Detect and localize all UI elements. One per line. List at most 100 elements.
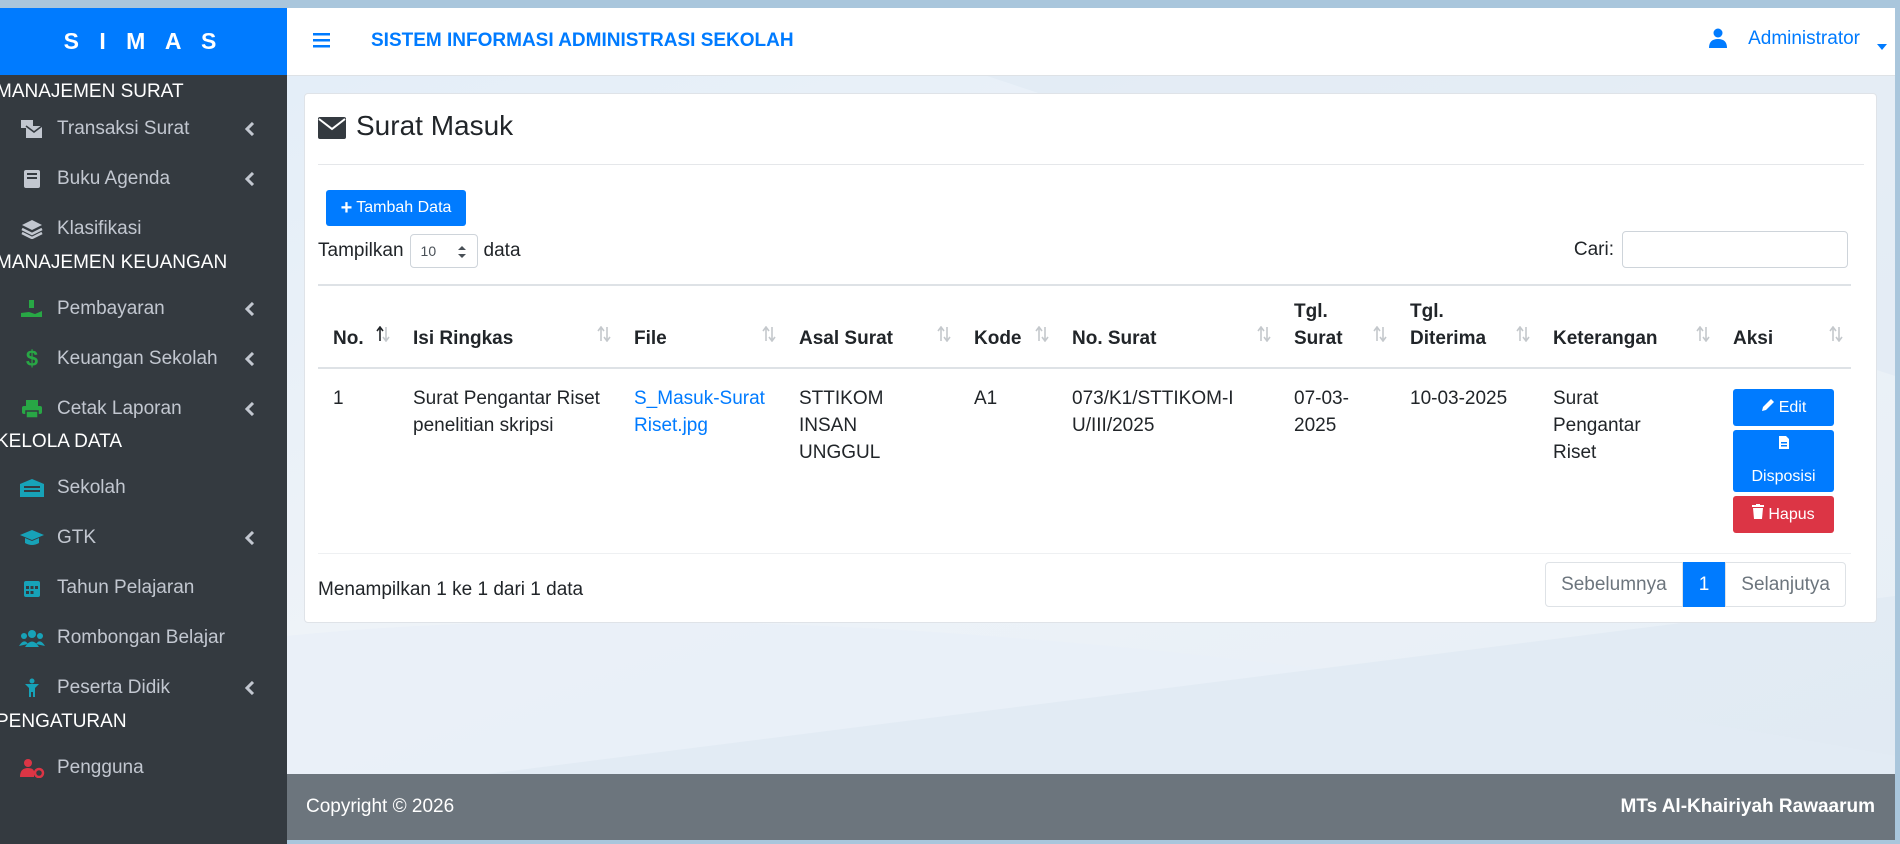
sidebar: S I M A S MANAJEMEN SURAT Transaksi Sura… bbox=[0, 8, 287, 844]
column-header-file[interactable]: File bbox=[619, 284, 784, 369]
chevron-left-icon bbox=[241, 350, 259, 368]
hamburger-menu-icon[interactable] bbox=[312, 30, 334, 54]
length-suffix: data bbox=[483, 240, 521, 261]
column-header-isi-ringkas[interactable]: Isi Ringkas bbox=[398, 284, 619, 369]
page-title: Surat Masuk bbox=[318, 110, 513, 142]
surat-masuk-card: Surat Masuk + Tambah Data Tampilkan 10 d… bbox=[304, 93, 1877, 623]
disposisi-label: Disposisi bbox=[1751, 468, 1816, 485]
book-icon bbox=[19, 168, 45, 190]
disposisi-button[interactable]: Disposisi bbox=[1733, 430, 1834, 492]
brand-logo[interactable]: S I M A S bbox=[0, 8, 287, 75]
cell-kode: A1 bbox=[959, 368, 1057, 554]
add-data-button[interactable]: + Tambah Data bbox=[326, 190, 466, 226]
sidebar-item-label: Buku Agenda bbox=[57, 168, 171, 189]
nav-header-pengaturan: PENGATURAN bbox=[0, 711, 127, 732]
sidebar-item-rombongan-belajar[interactable]: Rombongan Belajar bbox=[0, 613, 287, 663]
column-header-kode[interactable]: Kode bbox=[959, 284, 1057, 369]
file-link[interactable]: S_Masuk-Surat Riset.jpg bbox=[634, 388, 765, 436]
length-control: Tampilkan 10 data bbox=[318, 234, 521, 268]
sidebar-item-label: Tahun Pelajaran bbox=[57, 577, 195, 598]
sort-icon bbox=[937, 323, 951, 350]
layers-icon bbox=[19, 218, 45, 240]
file-icon bbox=[1778, 432, 1790, 459]
sidebar-item-label: Klasifikasi bbox=[57, 218, 142, 239]
table-row: 1 Surat Pengantar Riset penelitian skrip… bbox=[318, 368, 1851, 554]
sidebar-item-label: Pembayaran bbox=[57, 298, 165, 319]
chevron-left-icon bbox=[241, 679, 259, 697]
sort-icon bbox=[1035, 323, 1049, 350]
sort-icon bbox=[1373, 323, 1387, 350]
column-header-tgl-surat[interactable]: Tgl. Surat bbox=[1279, 284, 1395, 369]
pagination-next[interactable]: Selanjutya bbox=[1725, 562, 1846, 607]
sidebar-item-transaksi-surat[interactable]: Transaksi Surat bbox=[0, 104, 287, 154]
edit-button[interactable]: Edit bbox=[1733, 389, 1834, 426]
dollar-icon: $ bbox=[25, 346, 39, 371]
user-cog-icon bbox=[19, 757, 45, 779]
cell-tgl-diterima: 10-03-2025 bbox=[1395, 368, 1538, 554]
cell-isi-ringkas: Surat Pengantar Riset penelitian skripsi bbox=[398, 368, 619, 554]
sidebar-item-klasifikasi[interactable]: Klasifikasi bbox=[0, 204, 287, 254]
window-edge bbox=[1895, 0, 1900, 844]
copyright-text: Copyright © 2026 bbox=[306, 796, 455, 817]
nav-header-surat: MANAJEMEN SURAT bbox=[0, 81, 184, 102]
pencil-icon bbox=[1761, 394, 1775, 421]
sort-asc-icon bbox=[376, 323, 390, 350]
column-header-no-surat[interactable]: No. Surat bbox=[1057, 284, 1279, 369]
column-header-no[interactable]: No. bbox=[318, 284, 398, 369]
mail-bulk-icon bbox=[19, 118, 45, 140]
sidebar-item-pengguna[interactable]: Pengguna bbox=[0, 743, 287, 793]
sidebar-item-tahun-pelajaran[interactable]: Tahun Pelajaran bbox=[0, 563, 287, 613]
sidebar-item-label: Peserta Didik bbox=[57, 677, 170, 698]
sort-icon bbox=[762, 323, 776, 350]
cell-no: 1 bbox=[318, 368, 398, 554]
chevron-left-icon bbox=[241, 529, 259, 547]
column-header-tgl-diterima[interactable]: Tgl. Diterima bbox=[1395, 284, 1538, 369]
length-prefix: Tampilkan bbox=[318, 240, 404, 261]
sidebar-item-buku-agenda[interactable]: Buku Agenda bbox=[0, 154, 287, 204]
cell-aksi: Edit Disposisi Hapus bbox=[1718, 368, 1851, 554]
table-header-row: No. Isi Ringkas File Asal Surat Kode No.… bbox=[318, 284, 1851, 369]
cell-keterangan: Surat Pengantar Riset bbox=[1538, 368, 1718, 554]
page-title-text: Surat Masuk bbox=[356, 110, 514, 141]
hapus-button[interactable]: Hapus bbox=[1733, 496, 1834, 533]
table-info: Menampilkan 1 ke 1 dari 1 data bbox=[318, 579, 584, 600]
users-icon bbox=[19, 627, 45, 649]
column-header-aksi[interactable]: Aksi bbox=[1718, 284, 1851, 369]
sidebar-item-gtk[interactable]: GTK bbox=[0, 513, 287, 563]
sort-icon bbox=[597, 323, 611, 350]
hand-money-icon bbox=[19, 298, 45, 320]
sidebar-item-sekolah[interactable]: Sekolah bbox=[0, 463, 287, 513]
sidebar-item-pembayaran[interactable]: Pembayaran bbox=[0, 284, 287, 334]
trash-icon bbox=[1752, 501, 1765, 528]
sidebar-item-cetak-laporan[interactable]: Cetak Laporan bbox=[0, 384, 287, 434]
content-wrapper: Surat Masuk + Tambah Data Tampilkan 10 d… bbox=[287, 76, 1895, 774]
page-length-select[interactable]: 10 bbox=[409, 234, 478, 268]
sidebar-item-label: Cetak Laporan bbox=[57, 398, 182, 419]
top-navbar: SISTEM INFORMASI ADMINISTRASI SEKOLAH Ad… bbox=[287, 8, 1895, 76]
add-data-label: Tambah Data bbox=[356, 199, 452, 216]
user-dropdown[interactable]: Administrator bbox=[1708, 28, 1888, 50]
chevron-left-icon bbox=[241, 400, 259, 418]
search-input[interactable] bbox=[1622, 231, 1848, 268]
surat-masuk-table: No. Isi Ringkas File Asal Surat Kode No.… bbox=[318, 284, 1851, 554]
sort-icon bbox=[1257, 323, 1271, 350]
sidebar-item-label: Rombongan Belajar bbox=[57, 627, 225, 648]
column-header-keterangan[interactable]: Keterangan bbox=[1538, 284, 1718, 369]
pagination-page-1[interactable]: 1 bbox=[1682, 562, 1726, 607]
page-length-value: 10 bbox=[420, 243, 437, 259]
column-header-asal-surat[interactable]: Asal Surat bbox=[784, 284, 959, 369]
app-title[interactable]: SISTEM INFORMASI ADMINISTRASI SEKOLAH bbox=[371, 30, 794, 52]
sidebar-item-peserta-didik[interactable]: Peserta Didik bbox=[0, 663, 287, 713]
sidebar-item-keuangan-sekolah[interactable]: $ Keuangan Sekolah bbox=[0, 334, 287, 384]
chevron-left-icon bbox=[241, 170, 259, 188]
cell-file: S_Masuk-Surat Riset.jpg bbox=[619, 368, 784, 554]
cell-asal-surat: STTIKOM INSAN UNGGUL bbox=[784, 368, 959, 554]
school-icon bbox=[19, 477, 45, 499]
pagination-prev[interactable]: Sebelumnya bbox=[1545, 562, 1683, 607]
footer: Copyright © 2026 MTs Al-Khairiyah Rawaar… bbox=[287, 774, 1895, 840]
sort-icon bbox=[1516, 323, 1530, 350]
search-control: Cari: bbox=[1574, 231, 1848, 268]
school-name: MTs Al-Khairiyah Rawaarum bbox=[1620, 796, 1875, 817]
chevron-left-icon bbox=[241, 120, 259, 138]
nav-header-keuangan: MANAJEMEN KEUANGAN bbox=[0, 252, 228, 273]
